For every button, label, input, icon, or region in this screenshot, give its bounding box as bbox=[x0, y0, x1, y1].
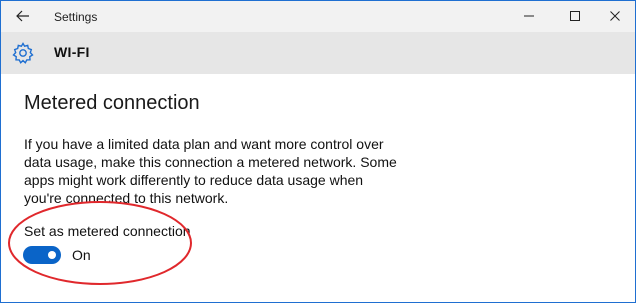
arrow-left-icon bbox=[16, 10, 29, 22]
back-button[interactable] bbox=[7, 4, 39, 28]
metered-toggle-label: Set as metered connection bbox=[24, 223, 191, 239]
close-button[interactable] bbox=[595, 4, 635, 28]
toggle-knob bbox=[48, 251, 56, 259]
description-text: If you have a limited data plan and want… bbox=[24, 136, 397, 206]
main-content: Metered connection If you have a limited… bbox=[1, 74, 635, 302]
minimize-button[interactable] bbox=[509, 4, 549, 28]
metered-connection-toggle[interactable] bbox=[23, 246, 61, 264]
title-bar: Settings bbox=[1, 1, 635, 32]
gear-icon bbox=[12, 42, 34, 64]
settings-window: Settings WI-FI Metered connection If you… bbox=[0, 0, 636, 303]
toggle-state-text: On bbox=[72, 247, 91, 263]
close-icon bbox=[610, 11, 620, 21]
page-header: WI-FI bbox=[1, 32, 635, 74]
minimize-icon bbox=[524, 15, 534, 17]
maximize-icon bbox=[570, 11, 580, 21]
maximize-button[interactable] bbox=[555, 4, 595, 28]
page-title: Metered connection bbox=[24, 92, 200, 114]
header-title: WI-FI bbox=[54, 44, 90, 60]
window-title: Settings bbox=[54, 10, 98, 24]
